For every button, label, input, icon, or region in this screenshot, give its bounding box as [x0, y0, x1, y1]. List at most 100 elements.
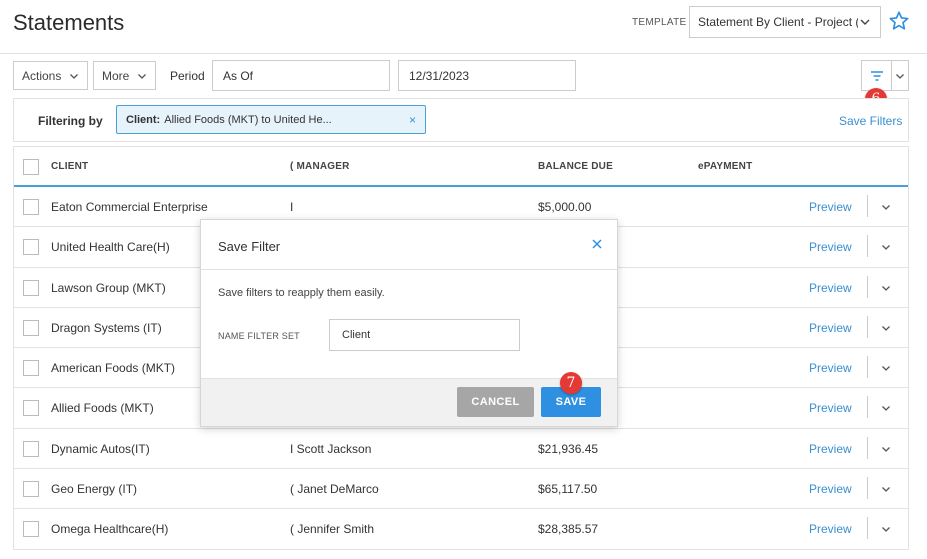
template-value: Statement By Client - Project (C	[698, 15, 858, 29]
template-select[interactable]: Statement By Client - Project (C	[689, 6, 881, 38]
preview-link[interactable]: Preview	[809, 361, 852, 375]
balance-cell: $21,936.45	[538, 441, 599, 456]
column-header-balance[interactable]: BALANCE DUE	[538, 161, 613, 172]
filter-bar: Filtering by Client: Allied Foods (MKT) …	[13, 98, 909, 142]
chevron-down-icon[interactable]	[880, 241, 892, 253]
client-cell: Eaton Commercial Enterprise	[51, 200, 208, 214]
table-row[interactable]: Geo Energy (IT) ( Janet DeMarco $65,117.50…	[14, 469, 908, 510]
save-filter-dialog: Save Filter Save filters to reapply them…	[200, 219, 618, 427]
page-title: Statements	[13, 10, 125, 35]
divider	[867, 517, 868, 540]
chevron-down-icon[interactable]	[880, 443, 892, 455]
star-icon[interactable]	[888, 10, 910, 32]
manager-cell: ( Jennifer Smith	[290, 522, 375, 537]
filter-button[interactable]	[861, 60, 892, 91]
actions-button[interactable]: Actions	[13, 61, 89, 90]
dialog-header: Save Filter	[201, 220, 617, 270]
row-checkbox[interactable]	[23, 199, 39, 215]
manager-cell: I Scott Jackson	[290, 441, 372, 456]
client-cell: Lawson Group (MKT)	[51, 280, 166, 295]
filter-icon	[870, 70, 883, 81]
filtering-by-label: Filtering by	[38, 114, 103, 128]
manager-cell: I	[290, 200, 294, 214]
column-header-client[interactable]: CLIENT	[51, 161, 88, 172]
close-icon[interactable]: ×	[409, 113, 416, 127]
preview-link[interactable]: Preview	[809, 442, 852, 456]
dialog-description: Save filters to reapply them easily.	[218, 287, 385, 299]
cancel-button[interactable]: CANCEL	[457, 387, 534, 417]
filter-chip[interactable]: Client: Allied Foods (MKT) to United He.…	[116, 105, 426, 134]
divider	[867, 477, 868, 500]
save-filters-link[interactable]: Save Filters	[839, 114, 902, 128]
client-cell: Geo Energy (IT)	[51, 482, 138, 497]
preview-link[interactable]: Preview	[809, 281, 852, 295]
row-checkbox[interactable]	[23, 279, 39, 296]
template-label: TEMPLATE	[632, 17, 687, 28]
preview-link[interactable]: Preview	[809, 522, 852, 536]
column-header-manager[interactable]: ( MANAGER	[290, 161, 350, 172]
divider	[867, 275, 868, 298]
chevron-down-icon[interactable]	[880, 483, 892, 495]
row-checkbox[interactable]	[23, 400, 39, 417]
client-cell: Dragon Systems (IT)	[51, 320, 162, 335]
dialog-body: Save filters to reapply them easily. NAM…	[201, 270, 617, 379]
row-checkbox[interactable]	[23, 239, 39, 256]
chevron-down-icon[interactable]	[880, 201, 892, 213]
client-cell: Allied Foods (MKT)	[51, 401, 154, 416]
chevron-down-icon[interactable]	[880, 362, 892, 374]
chevron-down-icon[interactable]	[880, 282, 892, 294]
divider	[867, 235, 868, 258]
divider	[867, 396, 868, 419]
close-icon[interactable]	[591, 238, 603, 250]
balance-cell: $28,385.57	[538, 522, 599, 537]
dialog-title: Save Filter	[218, 239, 281, 254]
table-row[interactable]: Omega Healthcare(H) ( Jennifer Smith $28,3…	[14, 509, 908, 550]
preview-link[interactable]: Preview	[809, 401, 852, 415]
chevron-down-icon[interactable]	[880, 523, 892, 535]
chevron-down-icon	[896, 73, 904, 79]
actions-label: Actions	[22, 68, 62, 83]
date-input[interactable]: 12/31/2023	[398, 60, 576, 91]
more-label: More	[102, 68, 130, 83]
name-filter-set-input[interactable]: Client	[329, 319, 520, 351]
row-checkbox[interactable]	[23, 360, 39, 377]
select-all-checkbox[interactable]	[23, 159, 39, 175]
chevron-down-icon[interactable]	[880, 322, 892, 334]
divider	[867, 356, 868, 379]
client-cell: United Health Care(H)	[51, 240, 170, 255]
preview-link[interactable]: Preview	[809, 482, 852, 496]
balance-cell: $65,117.50	[538, 482, 598, 497]
name-filter-set-label: NAME FILTER SET	[218, 331, 300, 341]
row-checkbox[interactable]	[23, 521, 39, 538]
more-button[interactable]: More	[93, 61, 157, 90]
chevron-down-icon[interactable]	[880, 402, 892, 414]
column-header-epayment[interactable]: ePAYMENT	[698, 161, 752, 172]
period-select[interactable]: As Of	[212, 60, 390, 91]
preview-link[interactable]: Preview	[809, 200, 852, 214]
row-checkbox[interactable]	[23, 481, 39, 498]
step-badge: 7	[560, 372, 582, 394]
manager-cell: ( Janet DeMarco	[290, 482, 379, 497]
client-cell: American Foods (MKT)	[51, 361, 176, 376]
preview-link[interactable]: Preview	[809, 240, 852, 254]
filter-chip-value: Allied Foods (MKT) to United He...	[164, 113, 332, 126]
divider	[867, 195, 868, 217]
chevron-down-icon	[70, 73, 79, 79]
preview-link[interactable]: Preview	[809, 321, 852, 335]
chevron-down-icon	[860, 19, 870, 25]
chevron-down-icon	[138, 73, 147, 79]
dialog-footer: CANCEL SAVE	[201, 378, 617, 426]
table-header: CLIENT ( MANAGER BALANCE DUE ePAYMENT	[14, 147, 908, 187]
balance-cell: $5,000.00	[538, 200, 592, 214]
client-cell: Omega Healthcare(H)	[51, 522, 169, 537]
client-cell: Dynamic Autos(IT)	[51, 441, 150, 456]
row-checkbox[interactable]	[23, 319, 39, 336]
table-row[interactable]: Dynamic Autos(IT) I Scott Jackson $21,936.…	[14, 428, 908, 470]
divider	[867, 436, 868, 459]
filter-dropdown-button[interactable]	[892, 60, 909, 91]
header-divider	[0, 53, 927, 54]
filter-chip-key: Client:	[126, 113, 161, 126]
period-label: Period	[170, 69, 205, 83]
divider	[867, 315, 868, 338]
row-checkbox[interactable]	[23, 440, 39, 457]
